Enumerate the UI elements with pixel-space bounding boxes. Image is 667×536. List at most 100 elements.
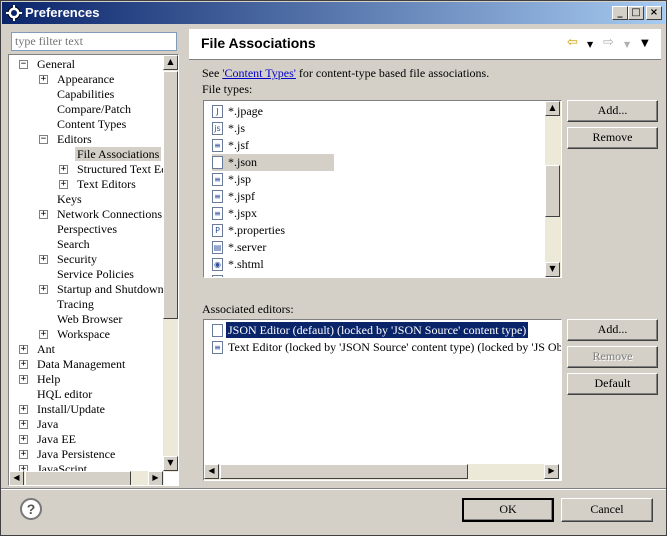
tree-item-label: File Associations bbox=[75, 147, 162, 161]
tree-item-label: Workspace bbox=[57, 327, 111, 341]
tree-item-label: Tracing bbox=[57, 297, 94, 311]
minimize-button[interactable]: _ bbox=[612, 6, 628, 20]
title-bar[interactable]: Preferences _ □ × bbox=[2, 2, 665, 24]
file-type-item[interactable]: *.json bbox=[212, 154, 334, 171]
tree-scroll-thumb[interactable] bbox=[163, 71, 178, 319]
forward-dropdown-icon[interactable]: ▼ bbox=[624, 40, 630, 49]
preferences-tree: − General + Appearance Capabilities Compare/P… bbox=[8, 54, 179, 486]
file-type-item[interactable]: P *.properties bbox=[212, 222, 334, 239]
file-icon: ▤ bbox=[212, 241, 223, 254]
file-type-label: *.jsf bbox=[228, 138, 249, 152]
file-icon: ◉ bbox=[212, 258, 223, 271]
editors-horizontal-scrollbar[interactable]: ◀ ▶ bbox=[204, 464, 559, 480]
close-button[interactable]: × bbox=[646, 6, 662, 20]
expand-icon[interactable]: + bbox=[19, 345, 28, 354]
editor-label: Text Editor (locked by 'JSON Source' con… bbox=[228, 340, 562, 354]
file-type-item[interactable]: ≡ *.jspf bbox=[212, 188, 334, 205]
tree-horizontal-scrollbar[interactable]: ◀ ▶ bbox=[9, 471, 164, 485]
content-types-link[interactable]: 'Content Types' bbox=[222, 66, 296, 80]
tree-item-label: Java Persistence bbox=[37, 447, 116, 461]
expand-icon[interactable]: + bbox=[19, 360, 28, 369]
add-editor-button[interactable]: Add... bbox=[567, 319, 658, 341]
tree-item-label: Network Connections bbox=[57, 207, 162, 221]
page-header: File Associations ⇦ ▼ ⇨ ▼ ▼ bbox=[189, 29, 661, 59]
tree-item-label: Java bbox=[37, 417, 59, 431]
file-type-item[interactable]: ≡ *.jspx bbox=[212, 205, 334, 222]
tree-item-label: General bbox=[37, 57, 75, 71]
expand-icon[interactable]: + bbox=[59, 180, 68, 189]
file-type-label: *.jpage bbox=[228, 104, 263, 118]
remove-file-type-button[interactable]: Remove bbox=[567, 127, 658, 149]
tree-item-label: Ant bbox=[37, 342, 55, 356]
text-file-icon: ≡ bbox=[212, 341, 223, 354]
file-types-scrollbar[interactable]: ▲ ▼ bbox=[545, 101, 561, 277]
expand-icon[interactable]: + bbox=[19, 405, 28, 414]
scroll-up-arrow-icon[interactable]: ▲ bbox=[163, 55, 178, 70]
scroll-up-arrow-icon[interactable]: ▲ bbox=[545, 101, 560, 116]
file-type-item[interactable]: ▦*.sql bbox=[212, 273, 334, 277]
collapse-icon[interactable]: − bbox=[39, 135, 48, 144]
file-types-list[interactable]: J *.jpage js *.js ≡ *.jsf *.json ≡ *.jsp ≡ *.jspf ≡… bbox=[203, 100, 562, 278]
file-type-label: *.json bbox=[228, 155, 258, 169]
file-type-label: *.sql bbox=[226, 273, 253, 277]
expand-icon[interactable]: + bbox=[59, 165, 68, 174]
scroll-right-arrow-icon[interactable]: ▶ bbox=[544, 464, 559, 479]
expand-icon[interactable]: + bbox=[39, 210, 48, 219]
intro-prefix: See bbox=[202, 66, 223, 80]
tree-item-label: HQL editor bbox=[37, 387, 93, 401]
expand-icon[interactable]: + bbox=[39, 75, 48, 84]
tree-item-label: Compare/Patch bbox=[57, 102, 131, 116]
ok-button[interactable]: OK bbox=[462, 498, 554, 522]
scroll-left-arrow-icon[interactable]: ◀ bbox=[9, 471, 24, 485]
forward-arrow-icon[interactable]: ⇨ bbox=[603, 35, 614, 50]
file-type-label: *.js bbox=[228, 121, 246, 135]
file-type-label: *.jspx bbox=[228, 206, 258, 220]
file-icon: js bbox=[212, 122, 223, 135]
tree-item-label: Text Editors bbox=[77, 177, 136, 191]
file-icon: ≡ bbox=[212, 207, 223, 220]
expand-icon[interactable]: + bbox=[39, 330, 48, 339]
scroll-down-arrow-icon[interactable]: ▼ bbox=[545, 262, 560, 277]
expand-icon[interactable]: + bbox=[19, 375, 28, 384]
file-icon: ≡ bbox=[212, 173, 223, 186]
tree-item-label: Perspectives bbox=[57, 222, 117, 236]
file-type-item[interactable]: ▤ *.server bbox=[212, 239, 334, 256]
remove-editor-button: Remove bbox=[567, 346, 658, 368]
file-type-item[interactable]: ≡ *.jsf bbox=[212, 137, 334, 154]
cancel-button[interactable]: Cancel bbox=[561, 498, 653, 522]
file-icon: P bbox=[212, 224, 223, 237]
tree-item-label: Structured Text Ed bbox=[77, 162, 168, 176]
associated-editors-list[interactable]: JSON Editor (default) (locked by 'JSON S… bbox=[203, 319, 562, 481]
tree-vertical-scrollbar[interactable]: ▲ ▼ bbox=[163, 55, 178, 472]
editors-hscroll-thumb[interactable] bbox=[220, 464, 468, 479]
file-icon: ▦ bbox=[212, 275, 223, 277]
file-type-item[interactable]: js *.js bbox=[212, 120, 334, 137]
tree-hscroll-thumb[interactable] bbox=[25, 471, 131, 485]
default-editor-button[interactable]: Default bbox=[567, 373, 658, 395]
file-type-item[interactable]: ≡ *.jsp bbox=[212, 171, 334, 188]
gear-icon bbox=[6, 5, 22, 21]
back-dropdown-icon[interactable]: ▼ bbox=[587, 40, 593, 49]
scroll-down-arrow-icon[interactable]: ▼ bbox=[163, 456, 178, 471]
expand-icon[interactable]: + bbox=[39, 285, 48, 294]
file-types-scroll-thumb[interactable] bbox=[545, 165, 560, 217]
scroll-right-arrow-icon[interactable]: ▶ bbox=[148, 471, 163, 485]
collapse-icon[interactable]: − bbox=[19, 60, 28, 69]
file-icon: ≡ bbox=[212, 190, 223, 203]
add-file-type-button[interactable]: Add... bbox=[567, 100, 658, 122]
back-arrow-icon[interactable]: ⇦ bbox=[567, 35, 578, 50]
expand-icon[interactable]: + bbox=[19, 450, 28, 459]
file-type-item[interactable]: J *.jpage bbox=[212, 103, 334, 120]
maximize-button[interactable]: □ bbox=[628, 6, 644, 20]
view-menu-icon[interactable]: ▼ bbox=[641, 38, 649, 49]
scroll-left-arrow-icon[interactable]: ◀ bbox=[204, 464, 219, 479]
tree-item-label: Keys bbox=[57, 192, 82, 206]
tree-item-label: Appearance bbox=[57, 72, 115, 86]
filter-input[interactable] bbox=[11, 32, 177, 51]
expand-icon[interactable]: + bbox=[19, 420, 28, 429]
help-icon[interactable]: ? bbox=[20, 498, 42, 520]
file-associations-page: See 'Content Types' for content-type bas… bbox=[189, 59, 661, 487]
expand-icon[interactable]: + bbox=[19, 435, 28, 444]
expand-icon[interactable]: + bbox=[39, 255, 48, 264]
file-type-item[interactable]: ◉ *.shtml bbox=[212, 256, 334, 273]
